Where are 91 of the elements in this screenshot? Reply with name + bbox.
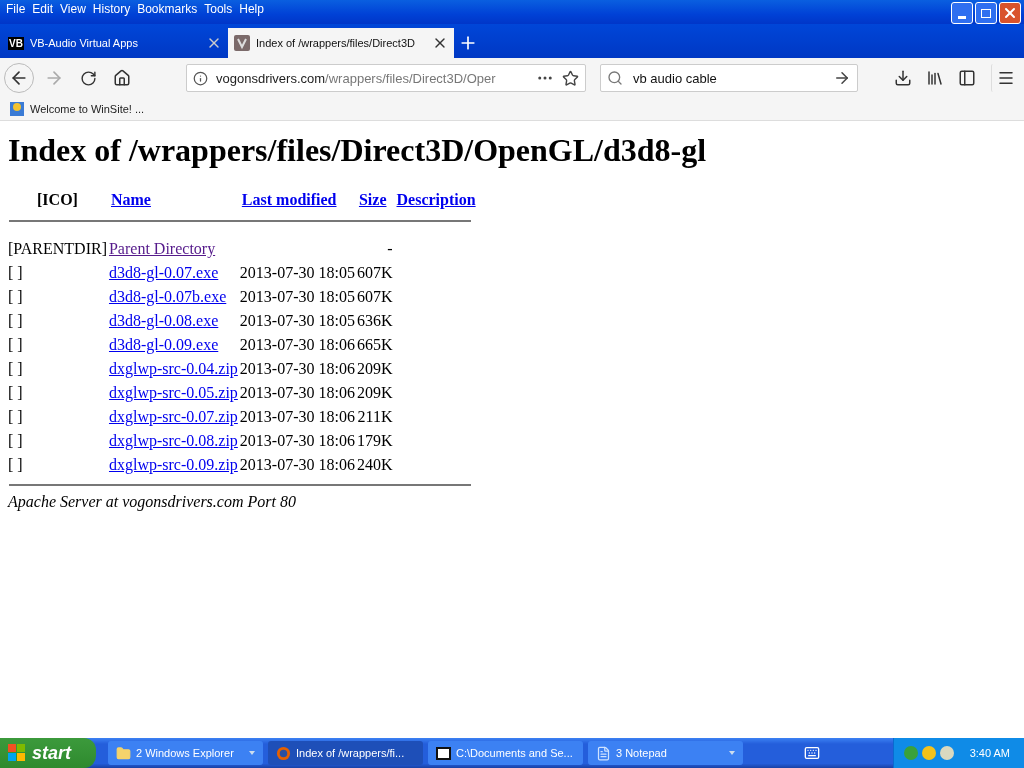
home-icon	[113, 69, 131, 87]
file-icon-label: [PARENTDIR]	[8, 240, 107, 257]
taskbar-button[interactable]: 3 Notepad	[588, 741, 743, 765]
file-size: 636K	[356, 312, 393, 329]
tab-title: VB-Audio Virtual Apps	[29, 37, 139, 49]
file-icon-label: [ ]	[8, 408, 23, 425]
modified-date: 2013-07-30 18:06	[239, 456, 355, 473]
modified-date: 2013-07-30 18:06	[239, 360, 355, 377]
folder-icon	[116, 745, 131, 761]
file-icon-label: [ ]	[8, 264, 23, 281]
start-button[interactable]: start	[0, 738, 96, 768]
reload-icon	[79, 69, 97, 87]
go-icon[interactable]	[833, 69, 851, 87]
file-link[interactable]: Parent Directory	[108, 240, 216, 257]
modified-date: 2013-07-30 18:06	[239, 384, 355, 401]
taskbar-button[interactable]: 2 Windows Explorer	[108, 741, 263, 765]
close-icon	[1002, 5, 1018, 21]
tab-favicon	[234, 35, 250, 51]
menu-item[interactable]: History	[90, 0, 136, 16]
keyboard-icon[interactable]	[803, 745, 820, 761]
menu-icon	[997, 69, 1015, 87]
page-heading: Index of /wrappers/files/Direct3D/OpenGL/d3d8-gl	[8, 132, 708, 169]
column-header-link[interactable]: Size	[358, 191, 387, 208]
fox-icon	[276, 745, 291, 761]
modified-date: 2013-07-30 18:06	[239, 408, 355, 425]
windows-logo-icon	[8, 744, 26, 762]
restore-button[interactable]	[975, 2, 997, 24]
search-input[interactable]: vb audio cable	[631, 69, 825, 87]
file-link[interactable]: d3d8-gl-0.07b.exe	[108, 288, 227, 305]
file-icon-label: [ ]	[8, 312, 23, 329]
file-size: 179K	[356, 432, 393, 449]
clock: 3:40 AM	[969, 747, 1010, 759]
modified-date: 2013-07-30 18:05	[239, 264, 355, 281]
file-size: 209K	[356, 360, 393, 377]
search-icon	[607, 70, 623, 86]
file-link[interactable]: dxglwp-src-0.07.zip	[108, 408, 238, 425]
column-header: [ICO]	[37, 191, 78, 208]
menu-item[interactable]: Edit	[30, 0, 59, 16]
bookmark-favicon	[10, 102, 24, 116]
file-size: 209K	[356, 384, 393, 401]
address-field[interactable]: vogonsdrivers.com/wrappers/files/Direct3D/Oper	[186, 64, 586, 92]
bookmark-item[interactable]: Welcome to WinSite! ...	[10, 102, 145, 116]
menu-item[interactable]: File	[4, 0, 31, 16]
modified-date: 2013-07-30 18:05	[239, 288, 355, 305]
tab-favicon: VB	[8, 36, 24, 50]
file-size: 665K	[356, 336, 393, 353]
star-icon[interactable]	[562, 69, 579, 87]
url-text: vogonsdrivers.com/wrappers/files/Direct3D/Oper	[216, 70, 497, 86]
close-button[interactable]	[999, 2, 1021, 24]
modified-date: 2013-07-30 18:06	[239, 432, 355, 449]
file-link[interactable]: dxglwp-src-0.08.zip	[108, 432, 238, 449]
download-icon	[894, 69, 912, 87]
browser-tab[interactable]: VB VB-Audio Virtual Apps	[2, 28, 228, 58]
file-size: 211K	[357, 408, 393, 425]
sidebar-icon	[958, 69, 976, 87]
file-icon-label: [ ]	[8, 384, 23, 401]
file-link[interactable]: d3d8-gl-0.09.exe	[108, 336, 219, 353]
file-icon-label: [ ]	[8, 360, 23, 377]
file-icon-label: [ ]	[8, 432, 23, 449]
taskbar-button[interactable]: C:\Documents and Se...	[428, 741, 583, 765]
tab-title: Index of /wrappers/files/Direct3D	[256, 37, 416, 49]
menu-item[interactable]: Tools	[202, 0, 238, 16]
file-size: 607K	[356, 264, 393, 281]
column-header-link[interactable]: Last modified	[241, 191, 337, 208]
notepad-icon	[596, 745, 611, 761]
column-header-link[interactable]: Description	[396, 191, 476, 208]
server-signature: Apache Server at vogonsdrivers.com Port 80	[8, 493, 297, 511]
library-icon	[926, 69, 944, 87]
modified-date: 2013-07-30 18:05	[239, 312, 355, 329]
info-icon[interactable]	[193, 70, 208, 86]
file-link[interactable]: d3d8-gl-0.07.exe	[108, 264, 219, 281]
menu-item[interactable]: Bookmarks	[135, 0, 203, 16]
modified-date: 2013-07-30 18:06	[239, 336, 355, 353]
file-link[interactable]: dxglwp-src-0.05.zip	[108, 384, 238, 401]
column-header-link[interactable]: Name	[110, 191, 151, 208]
search-field[interactable]: vb audio cable	[600, 64, 858, 92]
file-icon-label: [ ]	[8, 456, 23, 473]
file-size: -	[387, 240, 393, 257]
file-size: 607K	[356, 288, 393, 305]
menu-item[interactable]: View	[58, 0, 91, 16]
file-icon-label: [ ]	[8, 336, 23, 353]
archive-icon	[436, 746, 451, 760]
taskbar-button[interactable]: Index of /wrappers/fi...	[268, 741, 423, 765]
browser-tab[interactable]: Index of /wrappers/files/Direct3D	[228, 28, 454, 58]
menu-item[interactable]: Help	[237, 0, 269, 16]
file-size: 240K	[356, 456, 393, 473]
file-link[interactable]: dxglwp-src-0.09.zip	[108, 456, 238, 473]
minimize-button[interactable]	[951, 2, 973, 24]
file-icon-label: [ ]	[8, 288, 23, 305]
file-link[interactable]: d3d8-gl-0.08.exe	[108, 312, 219, 329]
file-link[interactable]: dxglwp-src-0.04.zip	[108, 360, 238, 377]
